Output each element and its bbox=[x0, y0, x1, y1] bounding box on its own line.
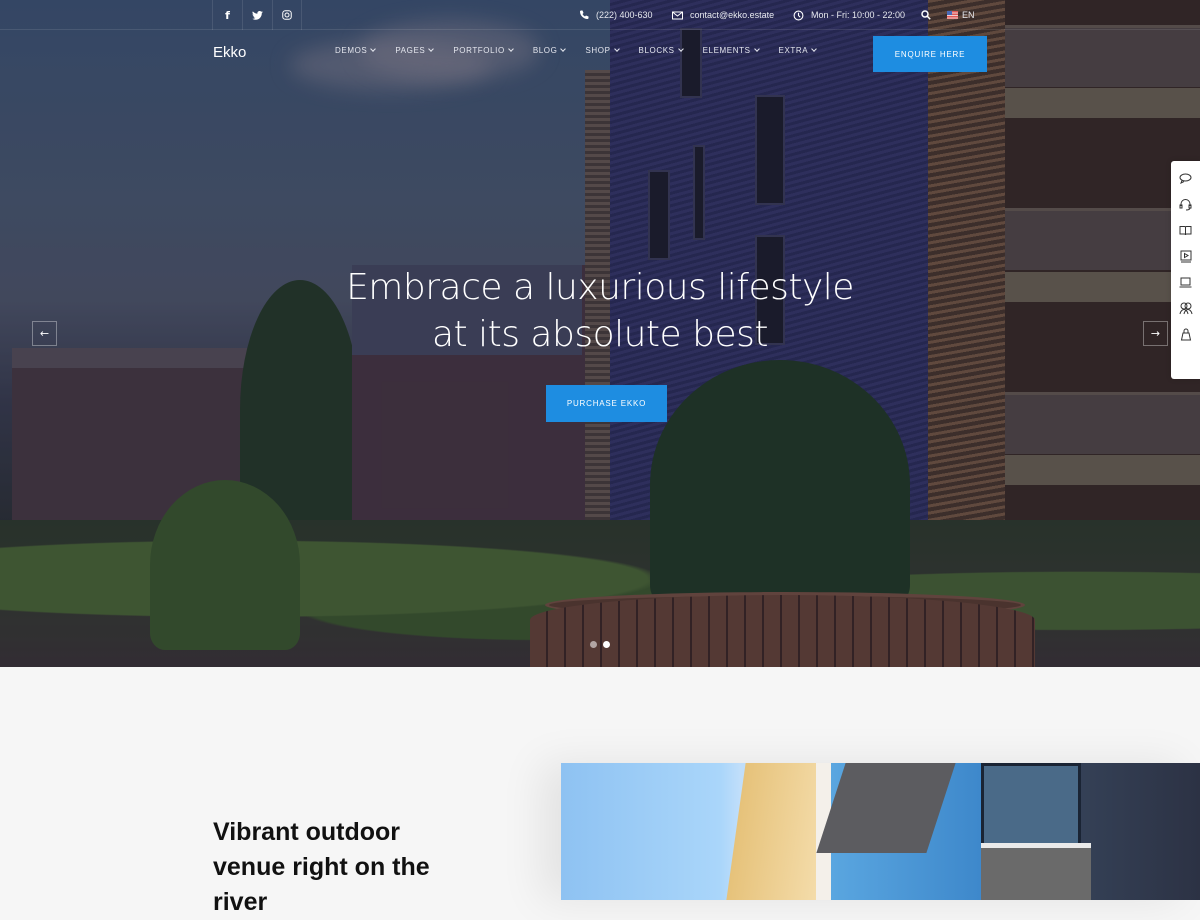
chevron-down-icon bbox=[753, 46, 760, 52]
slider-dot-2[interactable] bbox=[603, 641, 610, 648]
main-nav: DEMOS PAGES PORTFOLIO BLOG SHOP BLOCKS E… bbox=[335, 46, 836, 55]
slider-prev-button[interactable]: ← bbox=[32, 321, 57, 346]
building-image-detail bbox=[981, 763, 1081, 853]
email-address: contact@ekko.estate bbox=[690, 10, 775, 20]
book-icon[interactable] bbox=[1178, 222, 1194, 238]
slider-pagination bbox=[590, 641, 610, 648]
side-toolbar bbox=[1171, 161, 1200, 379]
envelope-icon bbox=[672, 11, 683, 19]
video-icon[interactable] bbox=[1178, 248, 1194, 264]
chevron-down-icon bbox=[370, 46, 377, 52]
hero-headline-line1: Embrace a luxurious lifestyle bbox=[346, 267, 854, 308]
nav-label: PAGES bbox=[395, 46, 426, 55]
nav-elements[interactable]: ELEMENTS bbox=[702, 46, 760, 55]
phone-icon bbox=[580, 10, 589, 19]
nav-label: BLOCKS bbox=[638, 46, 675, 55]
opening-hours: Mon - Fri: 10:00 - 22:00 bbox=[811, 10, 906, 20]
search-icon bbox=[921, 10, 931, 20]
hero-slider: f (222) 400-630 contact@ekko.estate Mon … bbox=[0, 0, 1200, 667]
chevron-down-icon bbox=[811, 46, 818, 52]
users-icon[interactable] bbox=[1178, 300, 1194, 316]
building-image-detail bbox=[981, 843, 1091, 900]
nav-portfolio[interactable]: PORTFOLIO bbox=[453, 46, 514, 55]
nav-label: EXTRA bbox=[778, 46, 809, 55]
instagram-icon[interactable] bbox=[272, 0, 302, 30]
top-bar: f (222) 400-630 contact@ekko.estate Mon … bbox=[0, 0, 1200, 30]
shopping-bag-icon[interactable] bbox=[1178, 326, 1194, 342]
slider-next-button[interactable]: → bbox=[1143, 321, 1168, 346]
nav-blocks[interactable]: BLOCKS bbox=[638, 46, 684, 55]
arrow-right-icon: → bbox=[1150, 327, 1161, 340]
contact-phone[interactable]: (222) 400-630 bbox=[579, 0, 653, 30]
social-links: f bbox=[212, 0, 302, 30]
nav-pages[interactable]: PAGES bbox=[395, 46, 435, 55]
search-button[interactable] bbox=[921, 0, 938, 30]
chevron-down-icon bbox=[428, 46, 435, 52]
headset-icon[interactable] bbox=[1178, 196, 1194, 212]
intro-section: Vibrant outdoor venue right on the river bbox=[0, 667, 1200, 916]
purchase-button[interactable]: PURCHASE EKKO bbox=[546, 385, 667, 422]
chevron-down-icon bbox=[560, 46, 567, 52]
nav-label: ELEMENTS bbox=[702, 46, 751, 55]
facebook-icon[interactable]: f bbox=[212, 0, 242, 30]
language-selector[interactable]: EN bbox=[947, 0, 975, 30]
nav-label: DEMOS bbox=[335, 46, 368, 55]
chevron-down-icon bbox=[507, 46, 514, 52]
chevron-down-icon bbox=[677, 46, 684, 52]
enquire-button[interactable]: ENQUIRE HERE bbox=[873, 36, 987, 72]
arrow-left-icon: ← bbox=[39, 327, 50, 340]
clock-icon bbox=[793, 10, 804, 20]
site-logo[interactable]: Ekko bbox=[213, 44, 246, 61]
contact-hours: Mon - Fri: 10:00 - 22:00 bbox=[793, 0, 905, 30]
nav-label: BLOG bbox=[532, 46, 558, 55]
contact-email[interactable]: contact@ekko.estate bbox=[672, 0, 774, 30]
twitter-icon[interactable] bbox=[242, 0, 272, 30]
hero-headline: Embrace a luxurious lifestyle at its abs… bbox=[0, 264, 1200, 358]
nav-label: SHOP bbox=[585, 46, 611, 55]
us-flag-icon bbox=[947, 11, 958, 19]
hero-headline-line2: at its absolute best bbox=[431, 314, 769, 355]
chat-icon[interactable] bbox=[1178, 170, 1194, 186]
chevron-down-icon bbox=[613, 46, 620, 52]
nav-label: PORTFOLIO bbox=[453, 46, 505, 55]
nav-blog[interactable]: BLOG bbox=[532, 46, 567, 55]
nav-demos[interactable]: DEMOS bbox=[335, 46, 377, 55]
nav-extra[interactable]: EXTRA bbox=[778, 46, 818, 55]
phone-number: (222) 400-630 bbox=[596, 10, 653, 20]
language-label: EN bbox=[962, 10, 975, 20]
nav-shop[interactable]: SHOP bbox=[585, 46, 620, 55]
slider-dot-1[interactable] bbox=[590, 641, 597, 648]
section-title: Vibrant outdoor venue right on the river bbox=[213, 818, 430, 916]
building-image bbox=[561, 763, 1200, 900]
laptop-icon[interactable] bbox=[1178, 274, 1194, 290]
